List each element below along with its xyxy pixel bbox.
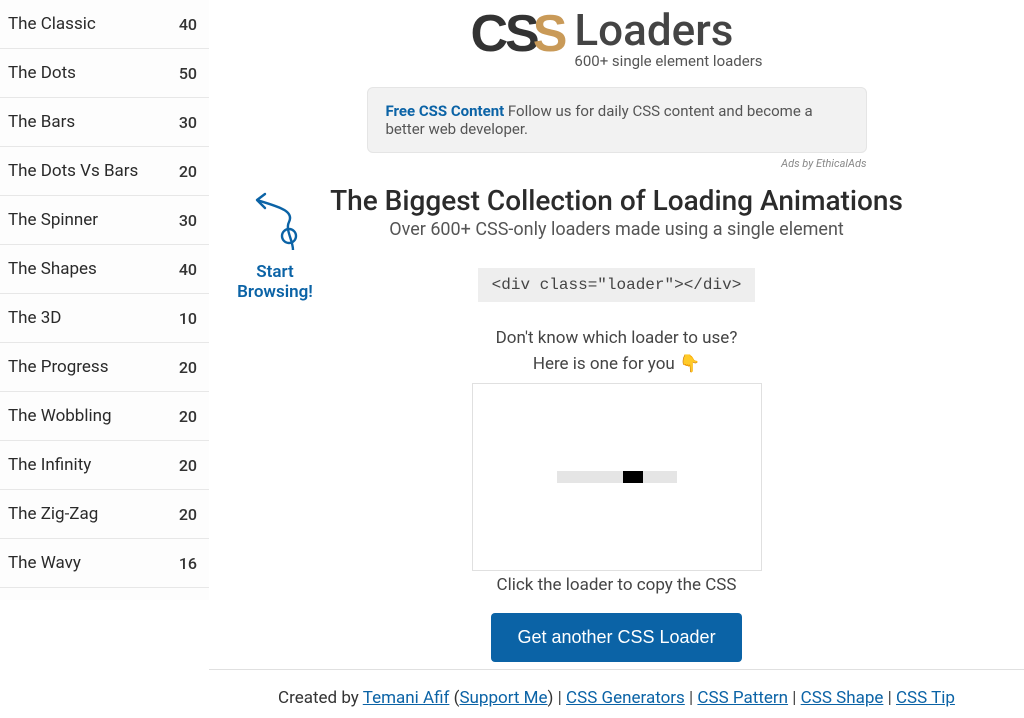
ads-attribution[interactable]: Ads by EthicalAds bbox=[367, 157, 867, 170]
sidebar-item-label: The 3D bbox=[8, 308, 61, 328]
sidebar-item-7[interactable]: The Progress 20 bbox=[0, 343, 209, 392]
logo-subtitle: 600+ single element loaders bbox=[574, 54, 762, 69]
sidebar-item-label: The Dots Vs Bars bbox=[8, 161, 138, 181]
loader-bar bbox=[557, 471, 677, 483]
sidebar-item-label: The Spinner bbox=[8, 210, 98, 230]
main-content: CSS Loaders 600+ single element loaders … bbox=[209, 0, 1024, 662]
footer-link-3[interactable]: CSS Tip bbox=[896, 688, 955, 708]
suggestion-text: Don't know which loader to use? Here is … bbox=[289, 326, 944, 377]
sidebar-item-0[interactable]: The Classic 40 bbox=[0, 0, 209, 49]
sidebar-item-10[interactable]: The Zig-Zag 20 bbox=[0, 490, 209, 539]
logo: CSS Loaders 600+ single element loaders bbox=[470, 8, 762, 69]
sidebar-item-count: 10 bbox=[179, 309, 197, 328]
sidebar-item-count: 20 bbox=[179, 505, 197, 524]
ad-bold: Free CSS Content bbox=[386, 102, 505, 120]
sidebar-item-count: 40 bbox=[179, 260, 197, 279]
sidebar-item-count: 50 bbox=[179, 64, 197, 83]
sidebar-item-1[interactable]: The Dots 50 bbox=[0, 49, 209, 98]
sidebar-item-3[interactable]: The Dots Vs Bars 20 bbox=[0, 147, 209, 196]
footer-link-2[interactable]: CSS Shape bbox=[801, 688, 884, 708]
sidebar-item-11[interactable]: The Wavy 16 bbox=[0, 539, 209, 588]
sidebar-item-6[interactable]: The 3D 10 bbox=[0, 294, 209, 343]
point-down-icon: 👇 bbox=[679, 354, 700, 374]
footer: Created by Temani Afif (Support Me) | CS… bbox=[209, 669, 1024, 708]
sidebar-item-label: The Wobbling bbox=[8, 406, 112, 426]
sidebar-item-count: 30 bbox=[179, 211, 197, 230]
page-subhead: Over 600+ CSS-only loaders made using a … bbox=[289, 219, 944, 240]
sidebar-item-5[interactable]: The Shapes 40 bbox=[0, 245, 209, 294]
sidebar-item-count: 20 bbox=[179, 358, 197, 377]
page-headline: The Biggest Collection of Loading Animat… bbox=[289, 184, 944, 217]
logo-loaders: Loaders bbox=[574, 8, 762, 52]
sidebar-item-label: The Wavy bbox=[8, 553, 81, 573]
sidebar-item-8[interactable]: The Wobbling 20 bbox=[0, 392, 209, 441]
sidebar-item-count: 16 bbox=[179, 554, 197, 573]
sidebar-item-label: The Bars bbox=[8, 112, 75, 132]
code-snippet[interactable]: <div class="loader"></div> bbox=[478, 268, 756, 302]
copy-instruction: Click the loader to copy the CSS bbox=[289, 575, 944, 595]
sidebar-item-4[interactable]: The Spinner 30 bbox=[0, 196, 209, 245]
ad-banner[interactable]: Free CSS Content Follow us for daily CSS… bbox=[367, 87, 867, 153]
logo-css: CSS bbox=[470, 8, 568, 60]
sidebar-item-count: 20 bbox=[179, 162, 197, 181]
sidebar-item-count: 20 bbox=[179, 407, 197, 426]
footer-link-1[interactable]: CSS Pattern bbox=[697, 688, 788, 708]
sidebar-item-label: The Dots bbox=[8, 63, 76, 83]
sidebar-item-label: The Shapes bbox=[8, 259, 97, 279]
loader-bar-thumb bbox=[623, 471, 643, 483]
sidebar-item-count: 40 bbox=[179, 15, 197, 34]
sidebar[interactable]: The Classic 40 The Dots 50 The Bars 30 The Dot… bbox=[0, 0, 209, 600]
sidebar-item-label: The Infinity bbox=[8, 455, 91, 475]
sidebar-item-count: 20 bbox=[179, 456, 197, 475]
sidebar-item-label: The Classic bbox=[8, 14, 96, 34]
sidebar-item-label: The Progress bbox=[8, 357, 108, 377]
author-link[interactable]: Temani Afif bbox=[363, 688, 450, 708]
footer-link-0[interactable]: CSS Generators bbox=[566, 688, 685, 708]
loader-preview[interactable] bbox=[472, 383, 762, 571]
sidebar-item-9[interactable]: The Infinity 20 bbox=[0, 441, 209, 490]
support-link[interactable]: Support Me bbox=[459, 688, 547, 708]
sidebar-item-label: The Zig-Zag bbox=[8, 504, 98, 524]
get-another-button[interactable]: Get another CSS Loader bbox=[491, 613, 741, 662]
sidebar-item-count: 30 bbox=[179, 113, 197, 132]
sidebar-item-2[interactable]: The Bars 30 bbox=[0, 98, 209, 147]
